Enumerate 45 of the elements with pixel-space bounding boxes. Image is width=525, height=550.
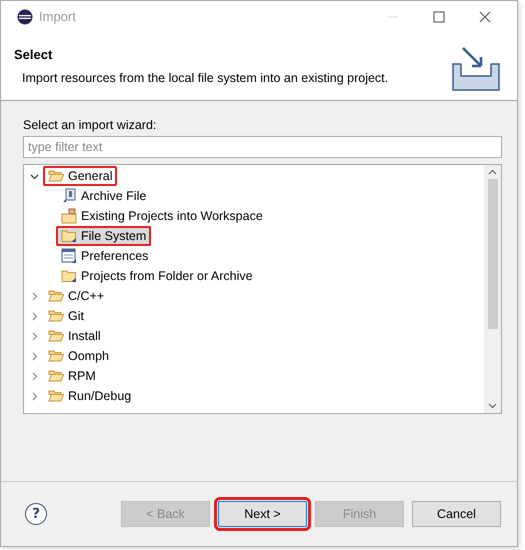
archive-icon: [61, 188, 77, 204]
page-description: Import resources from the local file system into an existing project.: [21, 71, 390, 85]
scroll-down-icon[interactable]: [488, 403, 497, 409]
tree-item[interactable]: Archive File: [56, 185, 152, 207]
open-folder-icon: [48, 289, 64, 303]
open-folder-icon: [48, 369, 64, 383]
wizard-label: Select an import wizard:: [23, 118, 158, 132]
tree-item[interactable]: Projects from Folder or Archive: [56, 266, 258, 286]
scroll-up-icon[interactable]: [488, 169, 497, 175]
collapsed-chevron-icon[interactable]: [30, 332, 39, 340]
expanded-chevron-icon[interactable]: [30, 172, 39, 180]
projects-icon: [61, 208, 77, 224]
filter-field[interactable]: type filter text: [23, 136, 502, 158]
collapsed-chevron-icon[interactable]: [30, 352, 39, 360]
preferences-icon: [61, 248, 77, 264]
close-icon[interactable]: [479, 10, 491, 22]
tree-item[interactable]: C/C++: [43, 286, 110, 306]
wizard-button[interactable]: Cancel: [412, 501, 501, 527]
import-tray-icon: [451, 46, 501, 94]
app-icon: [17, 8, 33, 24]
open-folder-icon: [48, 169, 64, 183]
collapsed-chevron-icon[interactable]: [30, 292, 39, 300]
open-folder-icon: [48, 349, 64, 363]
tree-item[interactable]: General: [43, 166, 118, 186]
maximize-icon[interactable]: [433, 10, 445, 22]
open-folder-icon: [48, 389, 64, 403]
open-folder-icon: [48, 329, 64, 343]
tree-item[interactable]: Existing Projects into Workspace: [56, 205, 268, 227]
folder-icon: [61, 229, 77, 243]
folder-icon: [61, 269, 77, 283]
tree-item[interactable]: Git: [43, 306, 89, 326]
tree-item[interactable]: Run/Debug: [43, 386, 136, 406]
page-title: Select: [14, 47, 54, 62]
tree-item[interactable]: RPM: [43, 366, 101, 386]
collapsed-chevron-icon[interactable]: [30, 372, 39, 380]
tree-item[interactable]: Install: [43, 326, 106, 346]
tree-item[interactable]: File System: [56, 226, 152, 246]
tree-item[interactable]: Preferences: [56, 245, 154, 267]
open-folder-icon: [48, 309, 64, 323]
collapsed-chevron-icon[interactable]: [30, 312, 39, 320]
collapsed-chevron-icon[interactable]: [30, 392, 39, 400]
tree-item[interactable]: Oomph: [43, 346, 114, 366]
window-title: Import: [39, 9, 76, 24]
scrollbar[interactable]: [484, 165, 501, 413]
help-button[interactable]: ?: [25, 503, 47, 525]
